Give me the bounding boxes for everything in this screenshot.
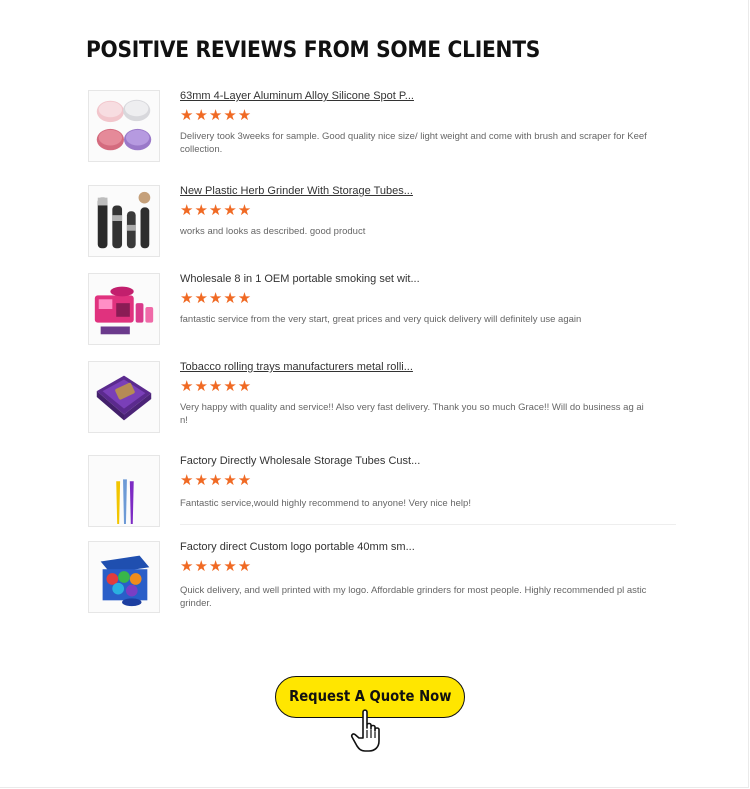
section-title: POSITIVE REVIEWS FROM SOME CLIENTS <box>86 38 541 63</box>
product-thumbnail[interactable] <box>88 455 160 527</box>
star-rating: ★★★★★ <box>180 107 253 124</box>
product-title-link[interactable]: 63mm 4-Layer Aluminum Alloy Silicone Spo… <box>180 90 414 102</box>
product-thumbnail[interactable] <box>88 90 160 162</box>
rolling-tray-icon <box>89 362 159 432</box>
review-item: Tobacco rolling trays manufacturers meta… <box>88 361 676 433</box>
storage-tubes-icon <box>89 456 159 526</box>
star-rating: ★★★★★ <box>180 558 253 575</box>
product-title-link[interactable]: New Plastic Herb Grinder With Storage Tu… <box>180 185 413 197</box>
review-text: Quick delivery, and well printed with my… <box>180 585 647 609</box>
star-rating: ★★★★★ <box>180 290 253 307</box>
smoking-set-icon <box>89 274 159 344</box>
star-rating: ★★★★★ <box>180 472 253 489</box>
grinder-display-box-icon <box>89 542 159 612</box>
review-item: Factory direct Custom logo portable 40mm… <box>88 541 676 613</box>
review-item: New Plastic Herb Grinder With Storage Tu… <box>88 185 676 257</box>
product-thumbnail[interactable] <box>88 541 160 613</box>
grinder-set-icon <box>89 91 159 161</box>
review-item: Factory Directly Wholesale Storage Tubes… <box>88 455 676 527</box>
product-thumbnail[interactable] <box>88 273 160 345</box>
review-text: works and looks as described. good produ… <box>180 226 366 237</box>
star-rating: ★★★★★ <box>180 202 253 219</box>
review-text: Very happy with quality and service!! Al… <box>180 402 644 426</box>
star-rating: ★★★★★ <box>180 378 253 395</box>
product-thumbnail[interactable] <box>88 185 160 257</box>
product-title-link[interactable]: Factory direct Custom logo portable 40mm… <box>180 541 415 553</box>
grinder-tubes-icon <box>89 186 159 256</box>
product-title-link[interactable]: Factory Directly Wholesale Storage Tubes… <box>180 455 420 467</box>
review-text: Fantastic service,would highly recommend… <box>180 498 471 509</box>
review-item: Wholesale 8 in 1 OEM portable smoking se… <box>88 273 676 345</box>
divider <box>180 524 676 525</box>
product-title-link[interactable]: Wholesale 8 in 1 OEM portable smoking se… <box>180 273 420 285</box>
product-thumbnail[interactable] <box>88 361 160 433</box>
review-text: fantastic service from the very start, g… <box>180 314 582 325</box>
review-text: Delivery took 3weeks for sample. Good qu… <box>180 131 647 155</box>
hand-pointer-icon <box>350 709 380 752</box>
product-title-link[interactable]: Tobacco rolling trays manufacturers meta… <box>180 361 413 373</box>
review-item: 63mm 4-Layer Aluminum Alloy Silicone Spo… <box>88 90 676 162</box>
